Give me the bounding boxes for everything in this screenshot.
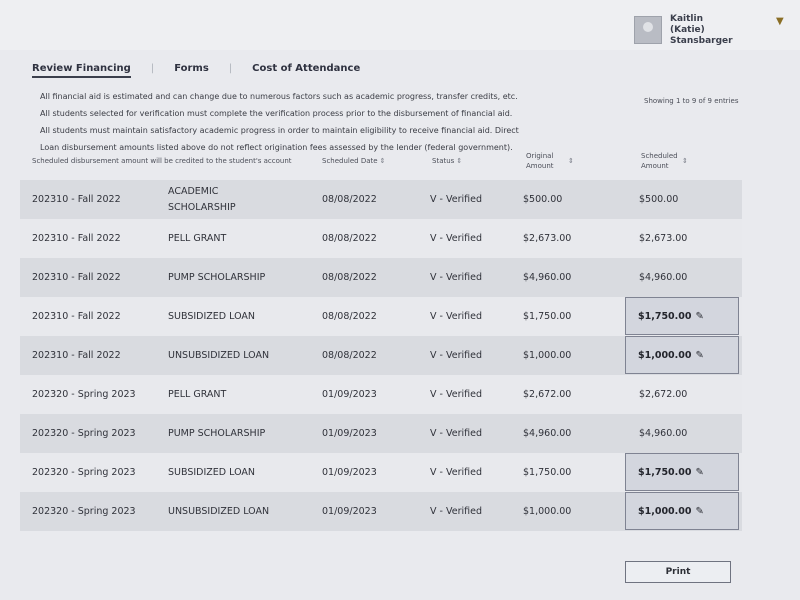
term-cell: 202310 - Fall 2022 [32, 194, 121, 205]
scheduled-amount-value: $1,750.00 [638, 466, 692, 478]
fund-cell: PUMP SCHOLARSHIP [168, 271, 266, 283]
notice-line: All students must maintain satisfactory … [40, 126, 519, 135]
table-row: 202320 - Spring 2023 UNSUBSIDIZED LOAN 01/… [20, 492, 742, 531]
pencil-icon[interactable]: ✎ [696, 311, 704, 322]
scheduled-amount-edit[interactable]: $1,750.00 ✎ [625, 453, 739, 491]
status-cell: V - Verified [430, 389, 482, 400]
date-cell: 08/08/2022 [322, 233, 377, 244]
scheduled-amount-cell: $4,960.00 [639, 428, 688, 439]
sort-icon[interactable]: ⇕ [566, 156, 574, 166]
term-cell: 202320 - Spring 2023 [32, 389, 136, 400]
sort-icon[interactable]: ⇕ [680, 156, 688, 166]
header-status[interactable]: Status ⇕ [432, 156, 462, 166]
sort-icon: ⇕ [456, 157, 463, 165]
term-cell: 202310 - Fall 2022 [32, 311, 121, 322]
date-cell: 08/08/2022 [322, 194, 377, 205]
term-cell: 202320 - Spring 2023 [32, 467, 136, 478]
fund-cell: UNSUBSIDIZED LOAN [168, 349, 270, 361]
status-cell: V - Verified [430, 506, 482, 517]
date-cell: 01/09/2023 [322, 467, 377, 478]
scheduled-amount-value: $1,000.00 [638, 349, 692, 361]
status-cell: V - Verified [430, 194, 482, 205]
fund-cell: PELL GRANT [168, 232, 227, 244]
status-cell: V - Verified [430, 272, 482, 283]
pencil-icon[interactable]: ✎ [696, 467, 704, 478]
user-name: Kaitlin (Katie) Stansbarger [670, 14, 733, 46]
header-scheduled-amount[interactable]: Scheduled Amount [641, 151, 685, 171]
fund-cell: PUMP SCHOLARSHIP [168, 427, 266, 439]
original-amount-cell: $1,750.00 [523, 311, 572, 322]
status-cell: V - Verified [430, 233, 482, 244]
tab-separator: | [150, 63, 155, 74]
table-row: 202310 - Fall 2022 SUBSIDIZED LOAN 08/08/2… [20, 297, 742, 336]
original-amount-cell: $2,672.00 [523, 389, 572, 400]
table-row: 202310 - Fall 2022 PUMP SCHOLARSHIP 08/08/… [20, 258, 742, 297]
original-amount-cell: $4,960.00 [523, 272, 572, 283]
scheduled-amount-cell: $2,672.00 [639, 389, 688, 400]
fund-cell: UNSUBSIDIZED LOAN [168, 505, 270, 517]
scheduled-amount-value: $1,750.00 [638, 310, 692, 322]
fund-cell: SUBSIDIZED LOAN [168, 310, 255, 322]
tab-cost-of-attendance[interactable]: Cost of Attendance [252, 63, 360, 78]
table-row: 202310 - Fall 2022 PELL GRANT 08/08/2022 V … [20, 219, 742, 258]
status-cell: V - Verified [430, 467, 482, 478]
table-header: Scheduled disbursement amount will be cr… [20, 148, 742, 178]
date-cell: 08/08/2022 [322, 350, 377, 361]
term-cell: 202310 - Fall 2022 [32, 272, 121, 283]
term-cell: 202310 - Fall 2022 [32, 233, 121, 244]
tab-forms[interactable]: Forms [174, 63, 209, 78]
fund-cell: PELL GRANT [168, 388, 227, 400]
header-original-amount[interactable]: Original Amount [526, 151, 566, 171]
tab-review-financing[interactable]: Review Financing [32, 63, 131, 78]
tab-bar: Review Financing | Forms | Cost of Atten… [32, 63, 360, 78]
notice-line: All financial aid is estimated and can c… [40, 92, 518, 101]
scheduled-amount-edit[interactable]: $1,000.00 ✎ [625, 492, 739, 530]
original-amount-cell: $1,000.00 [523, 350, 572, 361]
print-button[interactable]: Print [625, 561, 731, 583]
tab-separator: | [228, 63, 233, 74]
date-cell: 01/09/2023 [322, 428, 377, 439]
scheduled-amount-edit[interactable]: $1,000.00 ✎ [625, 336, 739, 374]
date-cell: 08/08/2022 [322, 272, 377, 283]
financial-aid-notice: All financial aid is estimated and can c… [40, 88, 560, 156]
scheduled-amount-cell: $2,673.00 [639, 233, 688, 244]
scheduled-amount-cell: $4,960.00 [639, 272, 688, 283]
table-row: 202320 - Spring 2023 PUMP SCHOLARSHIP 01/0… [20, 414, 742, 453]
notice-line: All students selected for verification m… [40, 109, 513, 118]
user-menu[interactable]: Kaitlin (Katie) Stansbarger [634, 14, 733, 47]
pencil-icon[interactable]: ✎ [696, 506, 704, 517]
table-row: 202320 - Spring 2023 PELL GRANT 01/09/2023… [20, 375, 742, 414]
table-row: 202320 - Spring 2023 SUBSIDIZED LOAN 01/09… [20, 453, 742, 492]
scheduled-amount-cell: $500.00 [639, 194, 679, 205]
fund-cell: ACADEMIC SCHOLARSHIP [168, 185, 236, 213]
header-date[interactable]: Scheduled Date ⇕ [322, 156, 385, 166]
table-row: 202310 - Fall 2022 ACADEMIC SCHOLARSHIP 08… [20, 180, 742, 219]
avatar [634, 16, 662, 44]
date-cell: 01/09/2023 [322, 389, 377, 400]
entries-count: Showing 1 to 9 of 9 entries [644, 97, 739, 105]
status-cell: V - Verified [430, 428, 482, 439]
pencil-icon[interactable]: ✎ [696, 350, 704, 361]
original-amount-cell: $500.00 [523, 194, 563, 205]
original-amount-cell: $1,000.00 [523, 506, 572, 517]
original-amount-cell: $2,673.00 [523, 233, 572, 244]
chevron-down-icon[interactable]: ▼ [776, 16, 784, 27]
original-amount-cell: $1,750.00 [523, 467, 572, 478]
header-term[interactable]: Scheduled disbursement amount will be cr… [32, 156, 292, 166]
sort-icon: ⇕ [379, 157, 386, 165]
status-cell: V - Verified [430, 350, 482, 361]
term-cell: 202310 - Fall 2022 [32, 350, 121, 361]
term-cell: 202320 - Spring 2023 [32, 428, 136, 439]
fund-cell: SUBSIDIZED LOAN [168, 466, 255, 478]
scheduled-amount-edit[interactable]: $1,750.00 ✎ [625, 297, 739, 335]
top-bar: Kaitlin (Katie) Stansbarger ▼ [0, 0, 800, 50]
original-amount-cell: $4,960.00 [523, 428, 572, 439]
table-row: 202310 - Fall 2022 UNSUBSIDIZED LOAN 08/08… [20, 336, 742, 375]
scheduled-amount-value: $1,000.00 [638, 505, 692, 517]
term-cell: 202320 - Spring 2023 [32, 506, 136, 517]
date-cell: 01/09/2023 [322, 506, 377, 517]
status-cell: V - Verified [430, 311, 482, 322]
date-cell: 08/08/2022 [322, 311, 377, 322]
